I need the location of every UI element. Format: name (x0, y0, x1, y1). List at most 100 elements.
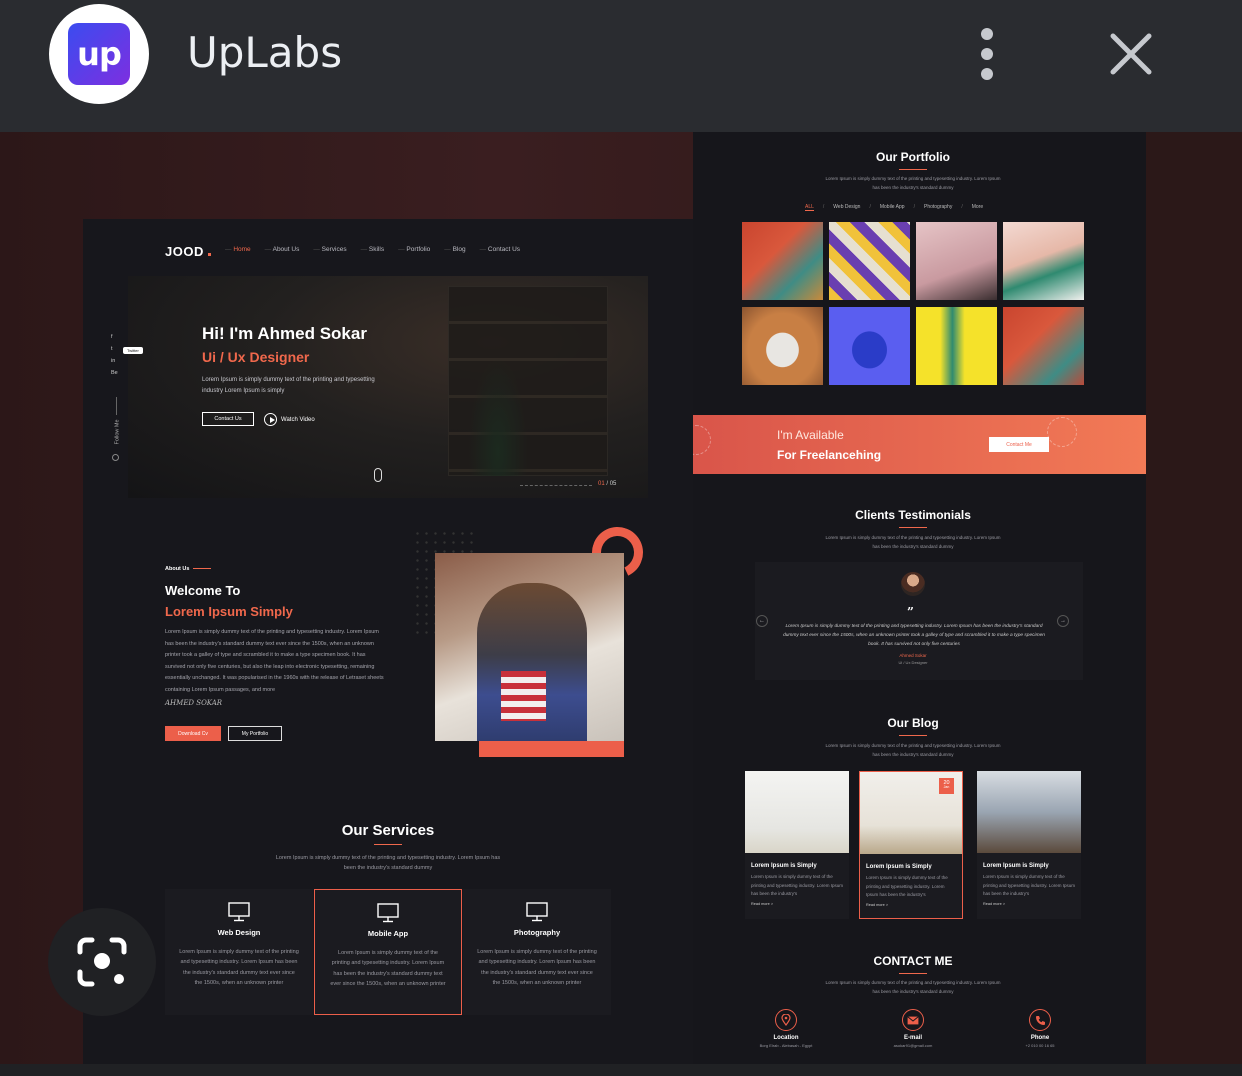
blog-card-title: Lorem Ipsum is Simply (983, 863, 1049, 869)
service-card-web[interactable]: Web Design Lorem Ipsum is simply dummy t… (165, 889, 313, 1015)
read-more-link[interactable]: Read more > (983, 902, 1075, 906)
tab-photography[interactable]: Photography (924, 204, 952, 211)
testimonial-text: Lorem Ipsum is simply dummy text of the … (783, 624, 1045, 648)
uplabs-logo[interactable]: up (49, 4, 149, 104)
client-role: Ui / Ux Designer (898, 660, 928, 665)
tab-more[interactable]: More (972, 204, 983, 211)
blog-card-title: Lorem Ipsum is Simply (866, 864, 932, 870)
hero-description: Lorem Ipsum is simply dummy text of the … (202, 377, 375, 395)
close-icon[interactable] (1105, 28, 1157, 80)
photo-accent-bar (479, 741, 624, 757)
monitor-icon (228, 902, 250, 922)
about-label: About Us (165, 566, 211, 572)
blog-card-3[interactable]: Lorem Ipsum is Simply Lorem Ipsum is sim… (977, 771, 1081, 919)
contact-me-button[interactable]: Contact Me (989, 437, 1049, 452)
freelance-banner: I'm Available For Freelancehing Contact … (693, 415, 1146, 474)
download-cv-button[interactable]: Download Cv (165, 726, 221, 741)
nav-services[interactable]: Services (313, 246, 347, 253)
social-links: f t in Be (111, 334, 118, 376)
tab-mobile-app[interactable]: Mobile App (880, 204, 905, 211)
nav-portfolio[interactable]: Portfolio (398, 246, 430, 253)
my-portfolio-button[interactable]: My Portfolio (228, 726, 282, 741)
client-name: Ahmed Sokar (899, 653, 927, 658)
portfolio-item-packaging-2[interactable] (1003, 307, 1084, 385)
email-icon (902, 1009, 924, 1031)
blog-card-text: Lorem Ipsum is simply dummy text of the … (751, 874, 843, 897)
portfolio-item-shoe[interactable] (1003, 222, 1084, 300)
read-more-link[interactable]: Read more > (866, 903, 956, 907)
portfolio-item-legs[interactable] (916, 307, 997, 385)
design-preview-right: Our Portfolio Lorem Ipsum is simply dumm… (693, 132, 1146, 1076)
lens-search-button[interactable] (48, 908, 156, 1016)
more-options-icon[interactable] (975, 28, 999, 80)
banner-decoration (693, 425, 711, 455)
watch-video-button[interactable]: Watch Video (264, 413, 315, 426)
facebook-icon[interactable]: f (111, 334, 118, 340)
service-name: Mobile App (367, 929, 409, 938)
portfolio-item-packaging[interactable] (742, 222, 823, 300)
scroll-mouse-icon (374, 468, 382, 482)
blog-title: Our Blog (693, 716, 1133, 736)
blog-image (745, 771, 849, 853)
uplabs-logo-mark: up (68, 23, 130, 85)
about-text: Lorem Ipsum is simply dummy text of the … (165, 629, 384, 693)
behance-icon[interactable]: Be (111, 370, 118, 376)
nav-blog[interactable]: Blog (444, 246, 466, 253)
preview-edge (1146, 132, 1242, 1076)
hero-subtitle: Ui / Ux Designer (202, 349, 310, 365)
nav-about[interactable]: About Us (265, 246, 300, 253)
services-subtitle: Lorem Ipsum is simply dummy text of the … (275, 855, 501, 872)
service-text: Lorem Ipsum is simply dummy text of the … (330, 950, 446, 988)
portfolio-item-pattern[interactable] (829, 222, 910, 300)
date-badge: 20 Jan (939, 778, 954, 794)
bottom-bar (0, 1064, 1242, 1076)
read-more-link[interactable]: Read more > (751, 902, 843, 906)
portfolio-tabs: ALL / Web Design / Mobile App / Photography… (805, 204, 984, 211)
contact-title: CONTACT ME (693, 954, 1133, 974)
blog-subtitle: Lorem Ipsum is simply dummy text of the … (825, 743, 1001, 757)
contact-us-button[interactable]: Contact Us (202, 412, 254, 426)
banner-decoration (1047, 417, 1077, 447)
image-preview: JOOD Home About Us Services Skills Portf… (0, 132, 1242, 1076)
blog-card-title: Lorem Ipsum is Simply (751, 863, 817, 869)
twitter-icon[interactable]: t (111, 346, 118, 352)
about-photo (435, 553, 624, 741)
signature: AHMED SOKAR (165, 699, 223, 707)
monitor-icon (526, 902, 548, 922)
nav-home[interactable]: Home (225, 246, 250, 253)
service-name: Photography (513, 928, 561, 937)
lens-icon (77, 937, 127, 987)
twitter-tooltip: Twitter (123, 347, 143, 354)
monitor-icon (377, 903, 399, 923)
tab-web-design[interactable]: Web Design (833, 204, 860, 211)
next-arrow-icon[interactable]: → (1057, 615, 1069, 627)
portfolio-subtitle: Lorem Ipsum is simply dummy text of the … (825, 176, 1001, 190)
tab-all[interactable]: ALL (805, 204, 814, 211)
watch-video-label: Watch Video (281, 416, 315, 423)
hero-plant-graphic (468, 356, 528, 476)
service-card-photography[interactable]: Photography Lorem Ipsum is simply dummy … (463, 889, 611, 1015)
blog-image (977, 771, 1081, 853)
service-name: Web Design (217, 928, 261, 937)
portfolio-item-plant[interactable] (742, 307, 823, 385)
blog-card-text: Lorem Ipsum is simply dummy text of the … (866, 875, 948, 898)
portfolio-item-sneaker[interactable] (829, 307, 910, 385)
about-heading-accent: Lorem Ipsum Simply (165, 604, 293, 619)
banner-line-2: For Freelancehing (777, 448, 882, 462)
linkedin-icon[interactable]: in (111, 358, 118, 364)
nav-skills[interactable]: Skills (361, 246, 384, 253)
nav-contact[interactable]: Contact Us (480, 246, 520, 253)
service-card-mobile[interactable]: Mobile App Lorem Ipsum is simply dummy t… (314, 889, 462, 1015)
phone-icon (1029, 1009, 1051, 1031)
hero-title: Hi! I'm Ahmed Sokar (202, 324, 367, 343)
portfolio-item-stationery[interactable] (916, 222, 997, 300)
blog-card-2[interactable]: 20 Jan Lorem Ipsum is Simply Lorem Ipsum … (859, 771, 963, 919)
location-pin-icon (775, 1009, 797, 1031)
blog-card-text: Lorem Ipsum is simply dummy text of the … (983, 874, 1075, 897)
service-text: Lorem Ipsum is simply dummy text of the … (477, 949, 597, 987)
prev-arrow-icon[interactable]: ← (756, 615, 768, 627)
app-title: UpLabs (187, 28, 343, 77)
design-preview-left: JOOD Home About Us Services Skills Portf… (83, 219, 693, 1076)
testimonials-title: Clients Testimonials (693, 508, 1133, 528)
blog-card-1[interactable]: Lorem Ipsum is Simply Lorem Ipsum is sim… (745, 771, 849, 919)
